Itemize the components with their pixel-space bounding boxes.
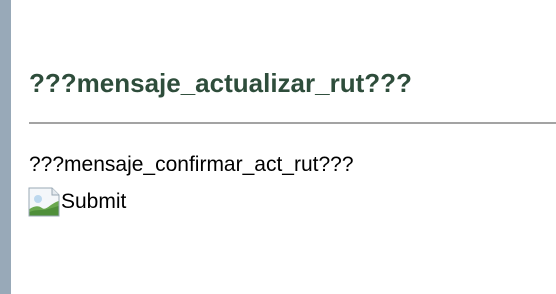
submit-alt-text: Submit: [61, 190, 127, 213]
confirmation-message: ???mensaje_confirmar_act_rut???: [29, 153, 354, 176]
page-title: ???mensaje_actualizar_rut???: [29, 68, 412, 98]
broken-image-icon: [28, 187, 60, 217]
page: ???mensaje_actualizar_rut??? ???mensaje_…: [0, 0, 556, 294]
submit-image-button[interactable]: Submit: [28, 187, 126, 217]
horizontal-divider: [29, 122, 556, 124]
left-sidebar-strip: [0, 0, 11, 294]
